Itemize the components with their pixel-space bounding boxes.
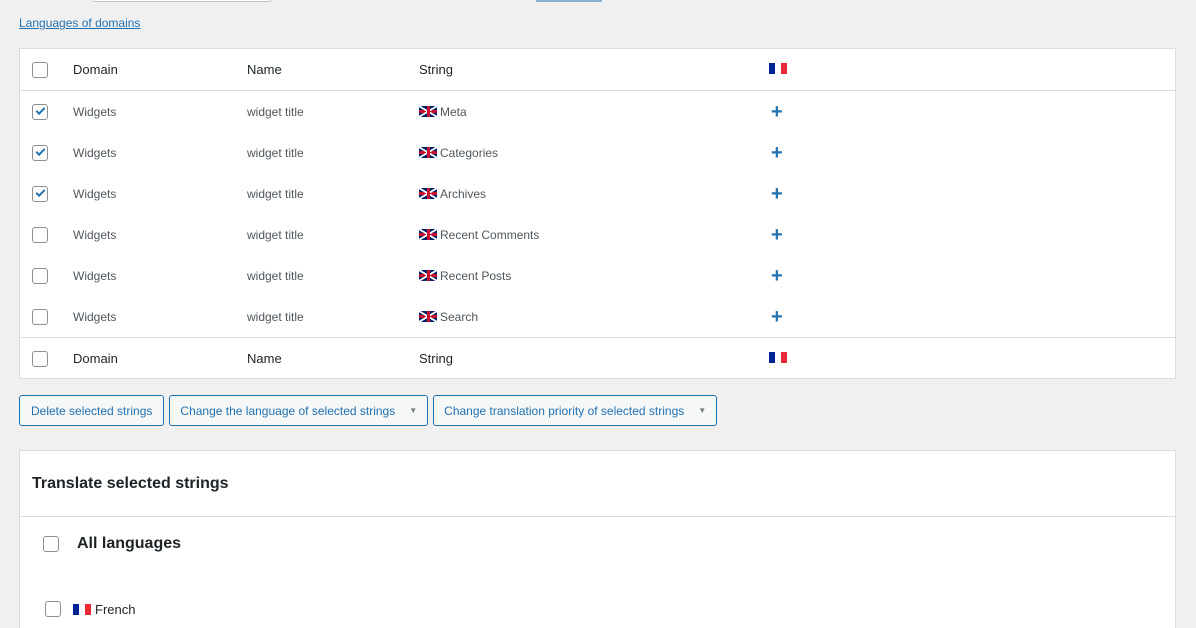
row-string-text: Recent Posts [440,268,512,283]
row-domain: Widgets [73,186,117,201]
language-option-french[interactable]: French [45,601,135,617]
row-checkbox[interactable] [32,185,48,202]
row-domain: Widgets [73,268,117,283]
row-name: widget title [247,227,304,242]
column-header-string[interactable]: String [419,62,453,77]
row-string-text: Meta [440,104,467,119]
translate-selected-strings-panel: Translate selected strings All languages… [19,450,1176,628]
top-link-partial[interactable] [536,0,602,2]
checkmark-icon [35,146,45,157]
delete-selected-strings-button[interactable]: Delete selected strings [19,395,165,426]
row-string: Search [419,310,478,324]
plus-icon[interactable]: + [771,225,783,245]
row-string: Archives [419,187,486,201]
table-row: Widgets widget title Recent Comments + [20,214,1175,255]
chevron-down-icon: ▼ [409,406,418,415]
plus-icon[interactable]: + [771,143,783,163]
row-name: widget title [247,186,304,201]
strings-table: Domain Name String Widgets widget title Me… [19,48,1176,379]
column-header-name[interactable]: Name [247,62,282,77]
uk-flag-icon [419,270,437,281]
uk-flag-icon [419,311,437,322]
table-row: Widgets widget title Meta + [20,91,1175,132]
all-languages-option[interactable]: All languages [43,535,181,553]
table-row: Widgets widget title Archives + [20,173,1175,214]
france-flag-icon [769,351,787,366]
row-string-text: Recent Comments [440,227,540,242]
all-languages-checkbox[interactable] [43,536,59,552]
row-string: Categories [419,146,498,160]
row-domain: Widgets [73,309,117,324]
row-domain: Widgets [73,145,117,160]
chevron-down-icon: ▼ [698,406,707,415]
top-search-input-partial[interactable] [92,0,272,2]
row-string-text: Categories [440,145,499,160]
change-language-select[interactable]: Change the language of selected strings … [169,395,429,426]
row-name: widget title [247,268,304,283]
column-footer-name[interactable]: Name [247,351,282,366]
plus-icon[interactable]: + [771,266,783,286]
french-label: French [95,601,136,617]
row-name: widget title [247,104,304,119]
table-row: Widgets widget title Categories + [20,132,1175,173]
change-priority-label: Change translation priority of selected … [444,403,685,418]
row-checkbox[interactable] [32,308,48,325]
panel-title: Translate selected strings [20,451,1175,517]
plus-icon[interactable]: + [771,102,783,122]
row-checkbox[interactable] [32,103,48,120]
french-checkbox[interactable] [45,601,61,617]
uk-flag-icon [419,229,437,240]
plus-icon[interactable]: + [771,307,783,327]
table-footer-row: Domain Name String [20,337,1175,379]
row-string-text: Search [440,309,479,324]
row-checkbox[interactable] [32,226,48,243]
uk-flag-icon [419,147,437,158]
plus-icon[interactable]: + [771,184,783,204]
languages-of-domains-link[interactable]: Languages of domains [19,16,140,30]
row-name: widget title [247,145,304,160]
row-name: widget title [247,309,304,324]
row-string-text: Archives [440,186,487,201]
row-string: Recent Comments [419,228,539,242]
change-priority-select[interactable]: Change translation priority of selected … [433,395,718,426]
row-domain: Widgets [73,227,117,242]
table-row: Widgets widget title Recent Posts + [20,255,1175,296]
checkmark-icon [35,105,45,116]
france-flag-icon [73,603,91,615]
row-string: Recent Posts [419,269,511,283]
column-footer-string[interactable]: String [419,351,453,366]
uk-flag-icon [419,106,437,117]
table-header-row: Domain Name String [20,49,1175,91]
row-checkbox[interactable] [32,144,48,161]
change-language-label: Change the language of selected strings [180,403,396,418]
row-string: Meta [419,105,467,119]
checkmark-icon [35,187,45,198]
row-checkbox[interactable] [32,267,48,284]
bulk-actions-bar: Delete selected strings Change the langu… [19,395,718,426]
select-all-checkbox[interactable] [32,61,48,78]
all-languages-label: All languages [77,535,182,552]
france-flag-icon [769,62,787,77]
row-domain: Widgets [73,104,117,119]
select-all-checkbox-footer[interactable] [32,350,48,367]
table-row: Widgets widget title Search + [20,296,1175,337]
column-footer-domain[interactable]: Domain [73,351,118,366]
uk-flag-icon [419,188,437,199]
column-header-domain[interactable]: Domain [73,62,118,77]
